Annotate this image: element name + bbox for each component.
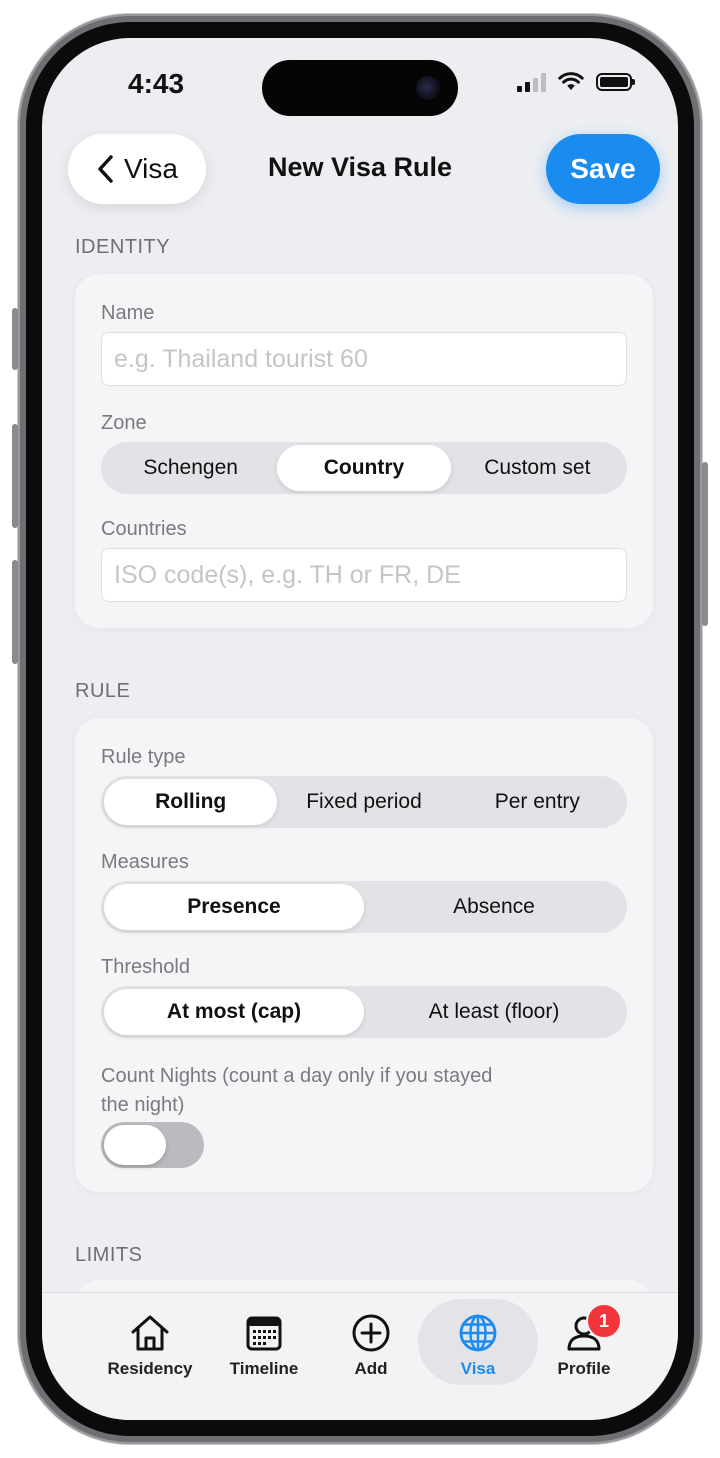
tab-label-timeline: Timeline	[229, 1359, 299, 1378]
count-nights-label: Count Nights (count a day only if you st…	[101, 1062, 492, 1120]
threshold-option-at-most[interactable]: At most (cap)	[104, 989, 364, 1035]
wifi-icon	[558, 72, 584, 90]
phone-screen: 4:43 Visa New Visa Rule Save IDENTITY Na…	[42, 38, 678, 1420]
tab-profile[interactable]: Profile 1	[524, 1299, 644, 1385]
name-input[interactable]	[101, 332, 627, 386]
house-icon	[131, 1315, 169, 1351]
count-nights-toggle[interactable]	[101, 1122, 204, 1168]
save-button[interactable]: Save	[546, 134, 660, 204]
cellular-signal-icon	[517, 72, 546, 92]
globe-icon	[459, 1314, 497, 1352]
name-label: Name	[101, 302, 155, 324]
calendar-icon	[246, 1316, 282, 1351]
toggle-knob	[104, 1125, 166, 1165]
threshold-option-at-least[interactable]: At least (floor)	[364, 989, 624, 1035]
count-nights-label-line-1: Count Nights (count a day only if you st…	[101, 1065, 493, 1087]
status-time: 4:43	[128, 68, 185, 99]
count-nights-label-line-2: the night)	[101, 1094, 185, 1116]
plus-circle-icon	[352, 1314, 390, 1352]
zone-option-country[interactable]: Country	[277, 445, 451, 491]
zone-option-schengen[interactable]: Schengen	[104, 445, 277, 491]
rule-type-option-rolling[interactable]: Rolling	[104, 779, 278, 825]
tab-add[interactable]: Add	[311, 1299, 431, 1385]
zone-label: Zone	[101, 412, 147, 434]
dynamic-island	[262, 60, 458, 116]
countries-input[interactable]	[101, 548, 627, 602]
tab-timeline[interactable]: Timeline	[204, 1299, 324, 1385]
tab-label-profile: Profile	[557, 1359, 611, 1378]
zone-option-custom-set[interactable]: Custom set	[451, 445, 624, 491]
threshold-label: Threshold	[101, 956, 190, 978]
rule-card: Rule type Rolling Fixed period Per entry…	[75, 718, 653, 1192]
camera-icon	[416, 76, 440, 100]
threshold-segmented-control: At most (cap) At least (floor)	[101, 986, 627, 1038]
tab-bar: Residency Timeline Add Visa Profile 1	[42, 1292, 678, 1420]
tab-label-residency: Residency	[107, 1359, 193, 1378]
action-button	[12, 308, 18, 370]
tab-label-visa: Visa	[460, 1359, 496, 1378]
tab-label-add: Add	[354, 1359, 388, 1378]
volume-down-button	[12, 560, 18, 664]
rule-type-option-per-entry[interactable]: Per entry	[451, 779, 624, 825]
tab-visa[interactable]: Visa	[418, 1299, 538, 1385]
rule-type-option-fixed-period[interactable]: Fixed period	[277, 779, 450, 825]
limits-section-header: LIMITS	[75, 1244, 143, 1266]
rule-type-segmented-control: Rolling Fixed period Per entry	[101, 776, 627, 828]
measures-segmented-control: Presence Absence	[101, 881, 627, 933]
countries-label: Countries	[101, 518, 187, 540]
tab-residency[interactable]: Residency	[90, 1299, 210, 1385]
power-button	[702, 462, 708, 626]
measures-label: Measures	[101, 851, 189, 873]
identity-section-header: IDENTITY	[75, 236, 171, 258]
identity-card: Name Zone Schengen Country Custom set Co…	[75, 274, 653, 628]
profile-notification-badge: 1	[586, 1303, 622, 1339]
rule-section-header: RULE	[75, 680, 131, 702]
measures-option-presence[interactable]: Presence	[104, 884, 364, 930]
zone-segmented-control: Schengen Country Custom set	[101, 442, 627, 494]
volume-up-button	[12, 424, 18, 528]
rule-type-label: Rule type	[101, 746, 186, 768]
status-icons	[517, 72, 635, 92]
battery-icon	[596, 73, 635, 91]
measures-option-absence[interactable]: Absence	[364, 884, 624, 930]
